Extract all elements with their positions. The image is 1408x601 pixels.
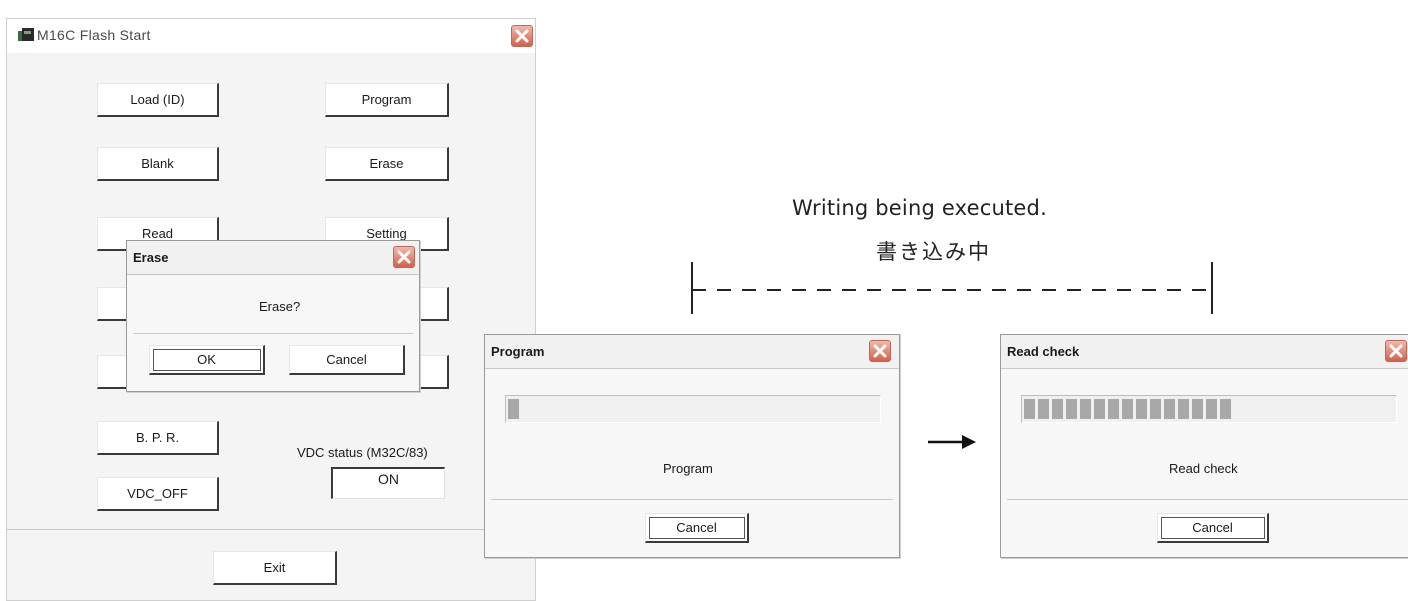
program-progress-fill: [508, 399, 523, 419]
progress-segment: [1178, 399, 1189, 419]
program-dialog: Program Program Cancel: [484, 334, 900, 558]
separator: [491, 499, 893, 500]
progress-segment: [1192, 399, 1203, 419]
dialog-title: Program: [491, 344, 545, 359]
load-id-button[interactable]: Load (ID): [97, 83, 219, 117]
close-icon[interactable]: [511, 25, 533, 47]
cancel-button[interactable]: Cancel: [289, 345, 405, 375]
vdc-off-button[interactable]: VDC_OFF: [97, 477, 219, 511]
read-check-status-text: Read check: [1169, 461, 1238, 476]
title-bar: M16C Flash Start: [7, 19, 535, 53]
arrow-right-icon: [928, 435, 976, 449]
read-check-dialog: Read check Read check Cancel: [1000, 334, 1408, 558]
progress-segment: [1038, 399, 1049, 419]
progress-segment: [1220, 399, 1231, 419]
dialog-title-bar: Program: [485, 335, 899, 369]
erase-dialog: Erase Erase? OK Cancel: [126, 240, 420, 392]
separator: [7, 529, 535, 530]
erase-button[interactable]: Erase: [325, 147, 449, 181]
program-progress-bar: [505, 395, 881, 423]
window-title: M16C Flash Start: [37, 27, 151, 43]
annotation-english: Writing being executed.: [792, 196, 1047, 220]
read-check-progress-bar: [1021, 395, 1397, 423]
progress-segment: [1122, 399, 1133, 419]
bpr-button[interactable]: B. P. R.: [97, 421, 219, 455]
progress-segment: [1108, 399, 1119, 419]
dialog-title: Erase: [133, 250, 169, 265]
dialog-title-bar: Read check: [1001, 335, 1408, 369]
program-cancel-button[interactable]: Cancel: [645, 513, 749, 543]
program-button[interactable]: Program: [325, 83, 449, 117]
progress-segment: [1066, 399, 1077, 419]
progress-segment: [1080, 399, 1091, 419]
ok-button[interactable]: OK: [149, 345, 265, 375]
progress-segment: [1094, 399, 1105, 419]
progress-segment: [1206, 399, 1217, 419]
dialog-title: Read check: [1007, 344, 1080, 359]
separator: [1007, 499, 1408, 500]
read-check-cancel-button[interactable]: Cancel: [1157, 513, 1269, 543]
progress-segment: [508, 399, 519, 419]
progress-segment: [1024, 399, 1035, 419]
dialog-title-bar: Erase: [127, 241, 419, 275]
erase-message: Erase?: [259, 299, 301, 314]
blank-button[interactable]: Blank: [97, 147, 219, 181]
progress-segment: [1164, 399, 1175, 419]
close-icon[interactable]: [393, 246, 415, 268]
exit-button[interactable]: Exit: [213, 551, 337, 585]
progress-segment: [1136, 399, 1147, 419]
duration-bracket: [691, 262, 1213, 314]
vdc-status-label: VDC status (M32C/83): [297, 445, 428, 460]
app-icon: [18, 28, 34, 41]
read-check-progress-fill: [1024, 399, 1239, 419]
progress-segment: [1150, 399, 1161, 419]
vdc-status-field: ON: [331, 467, 445, 499]
close-icon[interactable]: [1385, 340, 1407, 362]
close-icon[interactable]: [869, 340, 891, 362]
progress-segment: [1052, 399, 1063, 419]
program-status-text: Program: [663, 461, 713, 476]
separator: [133, 333, 413, 334]
